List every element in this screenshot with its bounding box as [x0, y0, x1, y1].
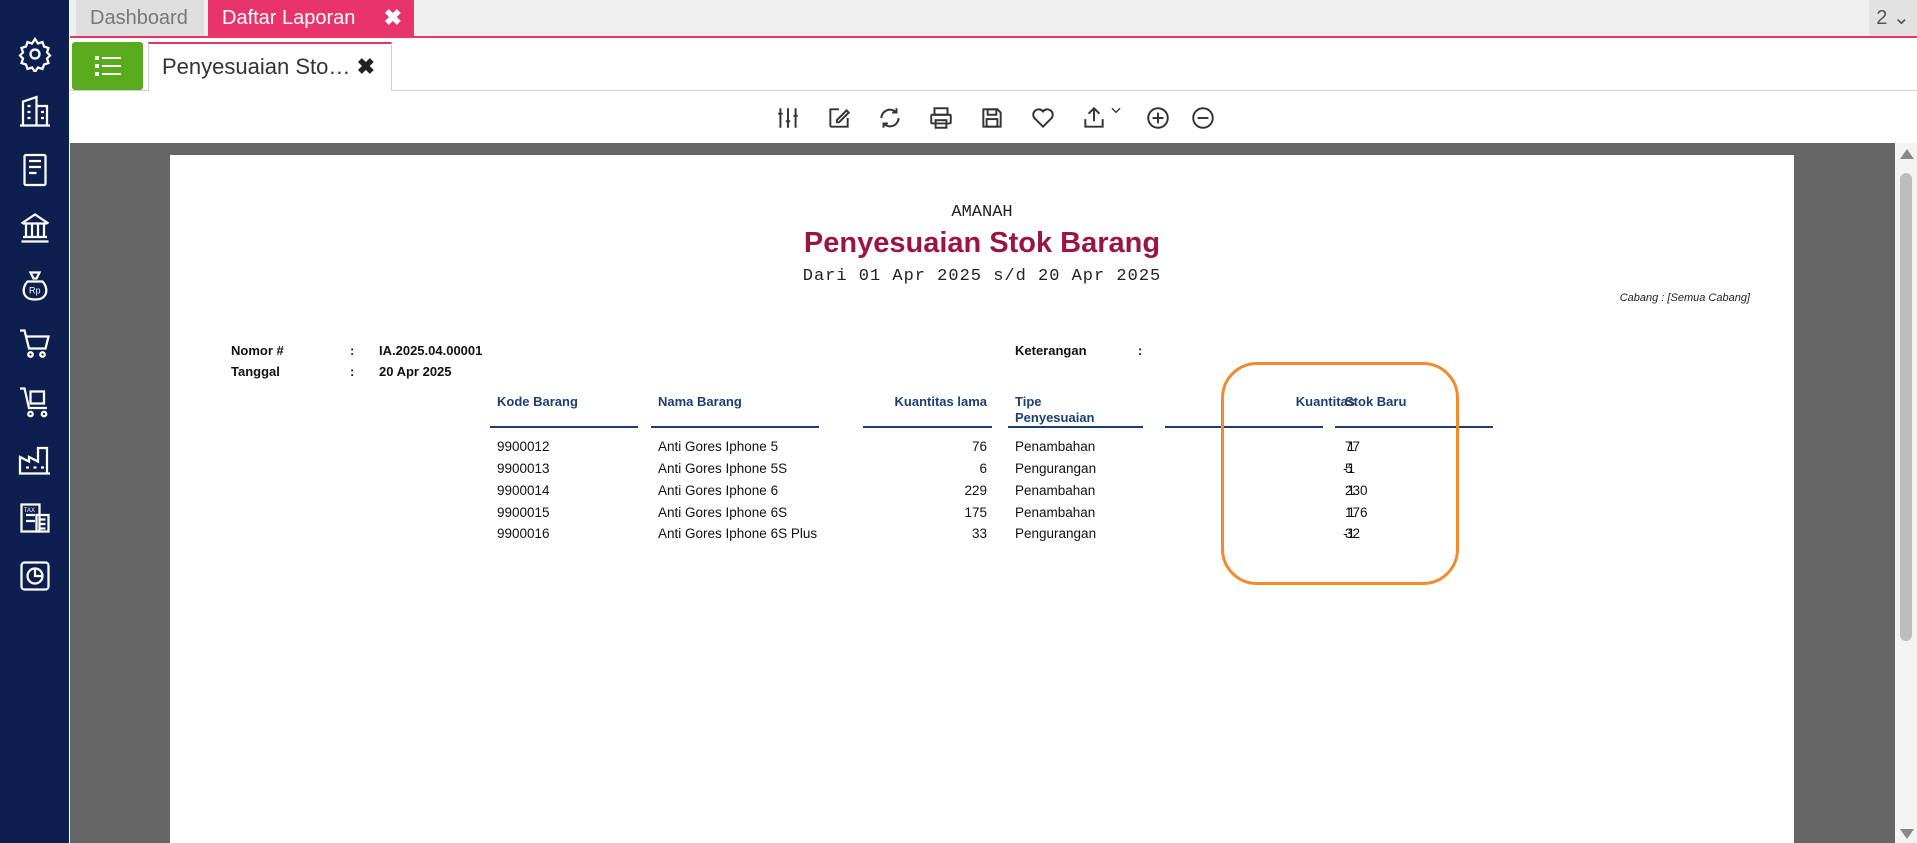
print-icon[interactable] — [926, 103, 956, 133]
cell-nama: Anti Gores Iphone 6S — [658, 505, 788, 520]
cell-nama: Anti Gores Iphone 5 — [658, 439, 779, 454]
col-nama-barang: Nama Barang — [658, 394, 742, 409]
top-tab-bar: Dashboard Daftar Laporan ✖ 2 ⌄ — [70, 0, 1917, 38]
report-title: Penyesuaian Stok Barang — [803, 227, 1161, 259]
export-icon[interactable] — [1079, 103, 1125, 133]
cell-nama: Anti Gores Iphone 5S — [658, 461, 788, 476]
save-icon[interactable] — [977, 103, 1007, 133]
refresh-icon[interactable] — [875, 103, 905, 133]
cell-kode: 9900015 — [497, 505, 550, 520]
nomor-label: Nomor # — [231, 343, 284, 358]
scroll-down-arrow[interactable] — [1900, 829, 1914, 839]
cell-qty-lama: 229 — [964, 483, 987, 498]
report-period: Dari 01 Apr 2025 s/d 20 Apr 2025 — [802, 267, 1162, 286]
keterangan-colon: : — [1138, 343, 1143, 358]
cell-qty-lama: 6 — [979, 461, 987, 476]
tab-penyesuaian-stok[interactable]: Penyesuaian Sto… ✖ — [148, 42, 392, 91]
header-underline — [490, 426, 638, 428]
tax-icon[interactable]: TAX — [15, 498, 55, 538]
cell-kode: 9900014 — [497, 483, 550, 498]
cell-qty-lama: 175 — [964, 505, 987, 520]
sidebar: Rp TAX — [0, 0, 69, 843]
tab-dashboard[interactable]: Dashboard — [76, 0, 204, 36]
tab-penyesuaian-stok-label: Penyesuaian Sto… — [162, 54, 351, 79]
cell-tipe: Pengurangan — [1015, 461, 1097, 476]
branch-filter: Cabang : [Semua Cabang] — [1619, 292, 1750, 304]
cell-nama: Anti Gores Iphone 6 — [658, 483, 779, 498]
heart-icon[interactable] — [1028, 103, 1058, 133]
close-icon[interactable]: ✖ — [357, 54, 375, 80]
tab-daftar-laporan[interactable]: Daftar Laporan ✖ — [208, 0, 414, 36]
factory-icon[interactable] — [15, 440, 55, 480]
bank-icon[interactable] — [15, 208, 55, 248]
col-tipe-line2: Penyesuaian — [1015, 410, 1095, 425]
header-underline — [1008, 426, 1143, 428]
nomor-value: IA.2025.04.00001 — [379, 343, 483, 358]
cell-qty-lama: 76 — [971, 439, 987, 454]
gear-icon[interactable] — [15, 34, 55, 75]
menu-button[interactable] — [72, 42, 143, 90]
zoom-in-icon[interactable] — [1143, 103, 1173, 133]
cart-box-icon[interactable] — [15, 382, 55, 422]
close-icon[interactable]: ✖ — [384, 0, 402, 36]
svg-text:TAX: TAX — [24, 508, 35, 514]
cell-nama: Anti Gores Iphone 6S Plus — [658, 526, 818, 541]
keterangan-label: Keterangan — [1015, 343, 1087, 358]
header-underline — [863, 426, 992, 428]
tab-dashboard-label: Dashboard — [90, 7, 188, 29]
building-icon[interactable] — [15, 92, 55, 132]
cell-tipe: Penambahan — [1015, 505, 1096, 520]
col-tipe-line1: Tipe — [1015, 394, 1042, 409]
list-icon — [95, 56, 121, 76]
sub-tab-bar: Penyesuaian Sto… ✖ — [70, 38, 1917, 91]
chevron-down-icon — [1111, 107, 1121, 114]
zoom-out-icon[interactable] — [1188, 103, 1218, 133]
cell-kode: 9900016 — [497, 526, 550, 541]
svg-text:Rp: Rp — [29, 286, 41, 296]
highlight-annotation — [1221, 362, 1459, 585]
book-icon[interactable] — [15, 150, 55, 190]
col-kode-barang: Kode Barang — [497, 394, 578, 409]
cell-tipe: Pengurangan — [1015, 526, 1097, 541]
scroll-thumb[interactable] — [1900, 173, 1912, 641]
vertical-scrollbar[interactable] — [1895, 143, 1917, 843]
report-toolbar — [70, 91, 1917, 143]
cell-kode: 9900013 — [497, 461, 550, 476]
cell-tipe: Penambahan — [1015, 483, 1096, 498]
company-name: AMANAH — [951, 203, 1013, 222]
sliders-icon[interactable] — [773, 103, 803, 133]
tanggal-label: Tanggal — [231, 364, 280, 379]
cell-kode: 9900012 — [497, 439, 550, 454]
report-page: AMANAH Penyesuaian Stok Barang Dari 01 A… — [170, 155, 1794, 843]
col-kuantitas-lama: Kuantitas lama — [894, 394, 987, 409]
header-underline — [651, 426, 819, 428]
tab-daftar-laporan-label: Daftar Laporan — [222, 7, 356, 29]
pie-chart-icon[interactable] — [15, 556, 55, 596]
money-bag-icon[interactable]: Rp — [15, 266, 55, 306]
cart-icon[interactable] — [15, 324, 55, 364]
cell-tipe: Penambahan — [1015, 439, 1096, 454]
tanggal-colon: : — [350, 364, 355, 379]
cell-qty-lama: 33 — [971, 526, 987, 541]
col-tipe-penyesuaian: Tipe Penyesuaian — [1015, 394, 1095, 426]
scroll-up-arrow[interactable] — [1900, 149, 1914, 159]
tab-counter-dropdown[interactable]: 2 ⌄ — [1869, 0, 1917, 36]
edit-icon[interactable] — [824, 103, 854, 133]
nomor-colon: : — [350, 343, 355, 358]
tanggal-value: 20 Apr 2025 — [379, 364, 452, 379]
